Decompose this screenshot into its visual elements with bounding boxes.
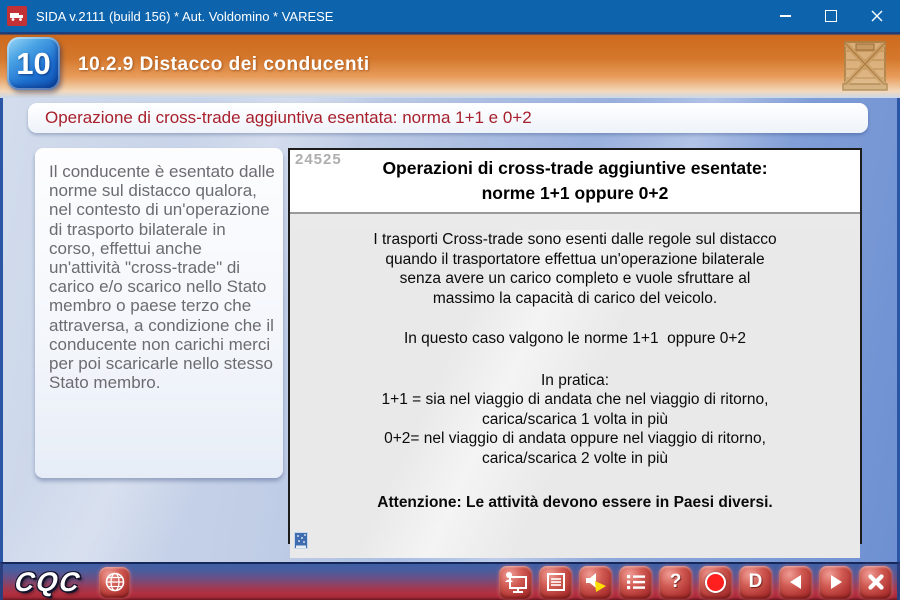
arrow-right-icon bbox=[827, 573, 845, 591]
speaker-icon bbox=[584, 571, 608, 593]
document-icon bbox=[546, 572, 566, 592]
slide-title: Operazioni di cross-trade aggiuntive ese… bbox=[382, 156, 767, 207]
window-title: SIDA v.2111 (build 156) * Aut. Voldomino… bbox=[36, 9, 333, 24]
slide-header: 24525 Operazioni di cross-trade aggiunti… bbox=[290, 150, 860, 214]
presentation-button[interactable] bbox=[499, 566, 532, 599]
slide-paragraph-1: I trasporti Cross-trade sono esenti dall… bbox=[300, 230, 850, 308]
rule-1-1: 1+1 = sia nel viaggio di andata che nel … bbox=[300, 390, 850, 429]
lesson-subtitle: Operazione di cross-trade aggiuntiva ese… bbox=[45, 108, 532, 128]
question-mark-icon: ? bbox=[670, 571, 682, 593]
lesson-subtitle-bar: Operazione di cross-trade aggiuntiva ese… bbox=[28, 103, 868, 133]
close-icon bbox=[871, 10, 883, 22]
arrow-left-icon bbox=[787, 573, 805, 591]
chapter-badge: 10 bbox=[7, 37, 60, 90]
globe-icon bbox=[104, 571, 126, 593]
text-page-button[interactable] bbox=[539, 566, 572, 599]
slide-panel: 24525 Operazioni di cross-trade aggiunti… bbox=[288, 148, 862, 544]
maximize-icon bbox=[825, 10, 837, 22]
audio-button[interactable] bbox=[579, 566, 612, 599]
wooden-crate-icon bbox=[842, 40, 888, 97]
bottom-toolbar: CQC bbox=[0, 562, 900, 600]
back-button[interactable] bbox=[779, 566, 812, 599]
practice-label: In pratica: bbox=[300, 372, 850, 390]
explanation-text: Il conducente è esentato dalle norme sul… bbox=[49, 162, 275, 392]
titlebar: SIDA v.2111 (build 156) * Aut. Voldomino… bbox=[0, 0, 900, 32]
source-document-icon[interactable] bbox=[294, 532, 309, 555]
presenter-screen-icon bbox=[504, 571, 528, 594]
help-button[interactable]: ? bbox=[659, 566, 692, 599]
list-icon bbox=[625, 572, 647, 592]
d-button[interactable]: D bbox=[739, 566, 772, 599]
rule-0-2: 0+2= nel viaggio di andata oppure nel vi… bbox=[300, 429, 850, 468]
page-title: 10.2.9 Distacco dei conducenti bbox=[78, 54, 370, 76]
record-icon bbox=[705, 572, 726, 593]
d-letter-icon: D bbox=[749, 571, 763, 593]
toolbar-buttons: ? D bbox=[499, 566, 892, 599]
explanation-panel: Il conducente è esentato dalle norme sul… bbox=[35, 148, 283, 478]
record-button[interactable] bbox=[699, 566, 732, 599]
maximize-button[interactable] bbox=[808, 0, 854, 32]
forward-button[interactable] bbox=[819, 566, 852, 599]
app-truck-icon[interactable] bbox=[7, 6, 27, 26]
exit-button[interactable] bbox=[859, 566, 892, 599]
minimize-button[interactable] bbox=[762, 0, 808, 32]
x-close-icon bbox=[867, 573, 885, 591]
slide-paragraph-2: In questo caso valgono le norme 1+1 oppu… bbox=[300, 330, 850, 348]
window-controls bbox=[762, 0, 900, 32]
globe-button[interactable] bbox=[99, 567, 130, 598]
cqc-logo: CQC bbox=[13, 567, 83, 598]
slide-body: I trasporti Cross-trade sono esenti dall… bbox=[290, 230, 860, 558]
slide-number-watermark: 24525 bbox=[295, 151, 342, 168]
minimize-icon bbox=[780, 15, 791, 17]
app-window: SIDA v.2111 (build 156) * Aut. Voldomino… bbox=[0, 0, 900, 600]
warning-text: Attenzione: Le attività devono essere in… bbox=[300, 494, 850, 512]
index-list-button[interactable] bbox=[619, 566, 652, 599]
close-window-button[interactable] bbox=[854, 0, 900, 32]
chapter-header: 10 10.2.9 Distacco dei conducenti bbox=[0, 32, 900, 98]
